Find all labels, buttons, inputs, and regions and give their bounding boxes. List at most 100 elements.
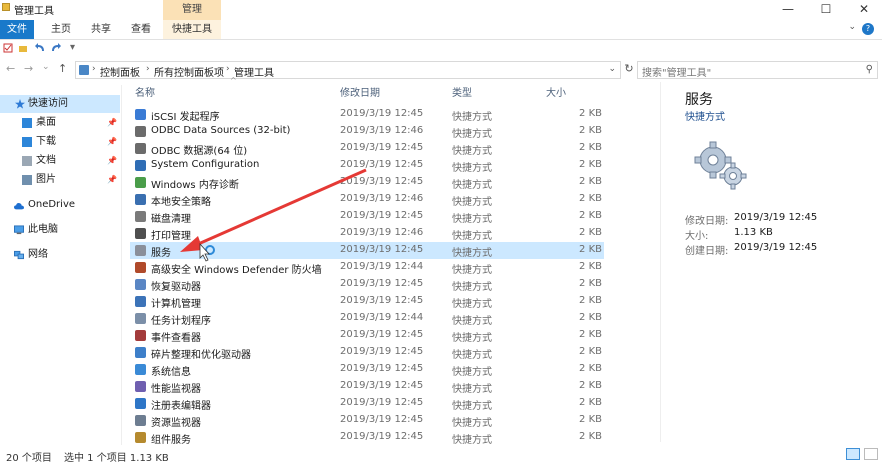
tab-home[interactable]: 主页 — [42, 20, 80, 39]
file-row[interactable]: System Configuration 2019/3/19 12:45 快捷方式 2… — [130, 157, 604, 174]
tab-share[interactable]: 共享 — [82, 20, 120, 39]
file-size: 2 KB — [579, 346, 602, 357]
file-size: 2 KB — [579, 176, 602, 187]
new-folder-icon[interactable] — [18, 43, 28, 53]
file-type: 快捷方式 — [452, 214, 492, 225]
breadcrumb-separator[interactable]: › — [92, 64, 96, 74]
file-size: 2 KB — [579, 329, 602, 340]
tab-view[interactable]: 查看 — [122, 20, 160, 39]
close-button[interactable]: ✕ — [846, 0, 882, 20]
file-row[interactable]: 事件查看器 2019/3/19 12:45 快捷方式 2 KB — [130, 327, 604, 344]
column-header-type[interactable]: 类型 — [452, 84, 472, 99]
maximize-button[interactable]: ☐ — [808, 0, 844, 20]
recent-locations-icon[interactable]: ⌄ — [42, 62, 50, 72]
details-view-button[interactable] — [846, 448, 860, 460]
pin-icon[interactable]: 📌 — [107, 152, 117, 170]
cloud-icon — [14, 203, 24, 210]
minimize-button[interactable]: — — [770, 0, 806, 20]
breadcrumb-separator[interactable]: › — [226, 64, 230, 74]
refresh-icon[interactable]: ↻ — [622, 62, 636, 78]
file-row[interactable]: 打印管理 2019/3/19 12:46 快捷方式 2 KB — [130, 225, 604, 242]
file-date: 2019/3/19 12:45 — [340, 142, 424, 153]
file-size: 2 KB — [579, 397, 602, 408]
sidebar-item-downloads[interactable]: 下载 📌 — [0, 133, 120, 151]
file-size: 2 KB — [579, 193, 602, 204]
file-size: 2 KB — [579, 380, 602, 391]
file-name: 计算机管理 — [151, 299, 201, 310]
file-row[interactable]: 服务 2019/3/19 12:45 快捷方式 2 KB — [130, 242, 604, 259]
column-header-name[interactable]: 名称 — [135, 84, 155, 99]
navigation-bar: ← → ⌄ ↑ › 控制面板 › 所有控制面板项 › 管理工具 ⌄ ↻ 搜索"管… — [0, 60, 882, 80]
file-type: 快捷方式 — [452, 299, 492, 310]
file-name: 系统信息 — [151, 367, 191, 378]
sidebar-item-network[interactable]: 网络 — [0, 246, 120, 264]
file-row[interactable]: 高级安全 Windows Defender 防火墙 2019/3/19 12:44… — [130, 259, 604, 276]
sidebar-item-pictures[interactable]: 图片 📌 — [0, 171, 120, 189]
pin-icon[interactable]: 📌 — [107, 171, 117, 189]
properties-icon[interactable] — [3, 43, 13, 53]
file-row[interactable]: 资源监视器 2019/3/19 12:45 快捷方式 2 KB — [130, 412, 604, 429]
details-type: 快捷方式 — [685, 112, 725, 123]
file-row[interactable]: 本地安全策略 2019/3/19 12:46 快捷方式 2 KB — [130, 191, 604, 208]
shortcut-icon — [135, 347, 146, 358]
back-arrow-icon[interactable]: ← — [6, 62, 15, 75]
file-row[interactable]: 任务计划程序 2019/3/19 12:44 快捷方式 2 KB — [130, 310, 604, 327]
breadcrumb-separator[interactable]: › — [146, 64, 150, 74]
details-pane: 服务 快捷方式 修改日期: 2019/3/19 12:45 大小: 1.13 K… — [665, 82, 882, 442]
file-row[interactable]: Windows 内存诊断 2019/3/19 12:45 快捷方式 2 KB — [130, 174, 604, 191]
status-bar: 20 个项目 选中 1 个项目 1.13 KB — [0, 446, 882, 463]
file-type: 快捷方式 — [452, 316, 492, 327]
tab-shortcut-tools[interactable]: 快捷工具 — [163, 20, 221, 39]
customize-qat-icon[interactable]: ▾ — [70, 42, 75, 53]
sidebar-item-this-pc[interactable]: 此电脑 — [0, 221, 120, 239]
sidebar-item-label: 文档 — [36, 155, 56, 166]
file-row[interactable]: 碎片整理和优化驱动器 2019/3/19 12:45 快捷方式 2 KB — [130, 344, 604, 361]
search-placeholder: 搜索"管理工具" — [642, 68, 712, 79]
pane-divider[interactable] — [121, 85, 122, 445]
file-type: 快捷方式 — [452, 265, 492, 276]
sidebar-item-label: 下载 — [36, 136, 56, 147]
tab-file[interactable]: 文件 — [0, 20, 34, 39]
file-row[interactable]: 磁盘清理 2019/3/19 12:45 快捷方式 2 KB — [130, 208, 604, 225]
up-arrow-icon[interactable]: ↑ — [58, 62, 67, 75]
shortcut-icon — [135, 194, 146, 205]
status-selection: 选中 1 个项目 1.13 KB — [64, 453, 169, 463]
file-row[interactable]: 系统信息 2019/3/19 12:45 快捷方式 2 KB — [130, 361, 604, 378]
forward-arrow-icon[interactable]: → — [24, 62, 33, 75]
sidebar-item-onedrive[interactable]: OneDrive — [0, 196, 120, 214]
file-size: 2 KB — [579, 227, 602, 238]
sidebar-item-desktop[interactable]: 桌面 📌 — [0, 114, 120, 132]
services-gears-icon — [694, 141, 747, 190]
sidebar-item-label: 图片 — [36, 174, 56, 185]
breadcrumb-all-items[interactable]: 所有控制面板项 — [154, 64, 224, 79]
sidebar-item-quick-access[interactable]: 快速访问 — [0, 95, 120, 113]
pin-icon[interactable]: 📌 — [107, 133, 117, 151]
breadcrumb-admin-tools[interactable]: 管理工具 — [234, 64, 274, 79]
column-header-date[interactable]: 修改日期 — [340, 84, 380, 99]
breadcrumb-control-panel[interactable]: 控制面板 — [100, 64, 140, 79]
sidebar-item-documents[interactable]: 文档 📌 — [0, 152, 120, 170]
address-bar[interactable]: › 控制面板 › 所有控制面板项 › 管理工具 ⌄ — [75, 61, 621, 79]
pin-icon[interactable]: 📌 — [107, 114, 117, 132]
search-box[interactable]: 搜索"管理工具" ⚲ — [637, 61, 878, 79]
help-icon[interactable]: ? — [862, 23, 874, 35]
file-row[interactable]: 注册表编辑器 2019/3/19 12:45 快捷方式 2 KB — [130, 395, 604, 412]
search-icon[interactable]: ⚲ — [866, 64, 873, 75]
chevron-down-icon[interactable]: ⌄ — [848, 22, 856, 32]
file-type: 快捷方式 — [452, 180, 492, 191]
undo-icon[interactable] — [34, 42, 46, 53]
file-row[interactable]: ODBC 数据源(64 位) 2019/3/19 12:45 快捷方式 2 KB — [130, 140, 604, 157]
file-row[interactable]: 计算机管理 2019/3/19 12:45 快捷方式 2 KB — [130, 293, 604, 310]
details-divider[interactable] — [660, 82, 661, 442]
file-row[interactable]: 恢复驱动器 2019/3/19 12:45 快捷方式 2 KB — [130, 276, 604, 293]
file-row[interactable]: 性能监视器 2019/3/19 12:45 快捷方式 2 KB — [130, 378, 604, 395]
column-header-size[interactable]: 大小 — [546, 84, 566, 99]
file-row[interactable]: ODBC Data Sources (32-bit) 2019/3/19 12:4… — [130, 123, 604, 140]
redo-icon[interactable] — [50, 42, 62, 53]
file-row[interactable]: 组件服务 2019/3/19 12:45 快捷方式 2 KB — [130, 429, 604, 446]
file-size: 2 KB — [579, 159, 602, 170]
file-row[interactable]: iSCSI 发起程序 2019/3/19 12:45 快捷方式 2 KB — [130, 106, 604, 123]
address-dropdown-icon[interactable]: ⌄ — [608, 64, 616, 74]
file-type: 快捷方式 — [452, 282, 492, 293]
large-icons-view-button[interactable] — [864, 448, 878, 460]
